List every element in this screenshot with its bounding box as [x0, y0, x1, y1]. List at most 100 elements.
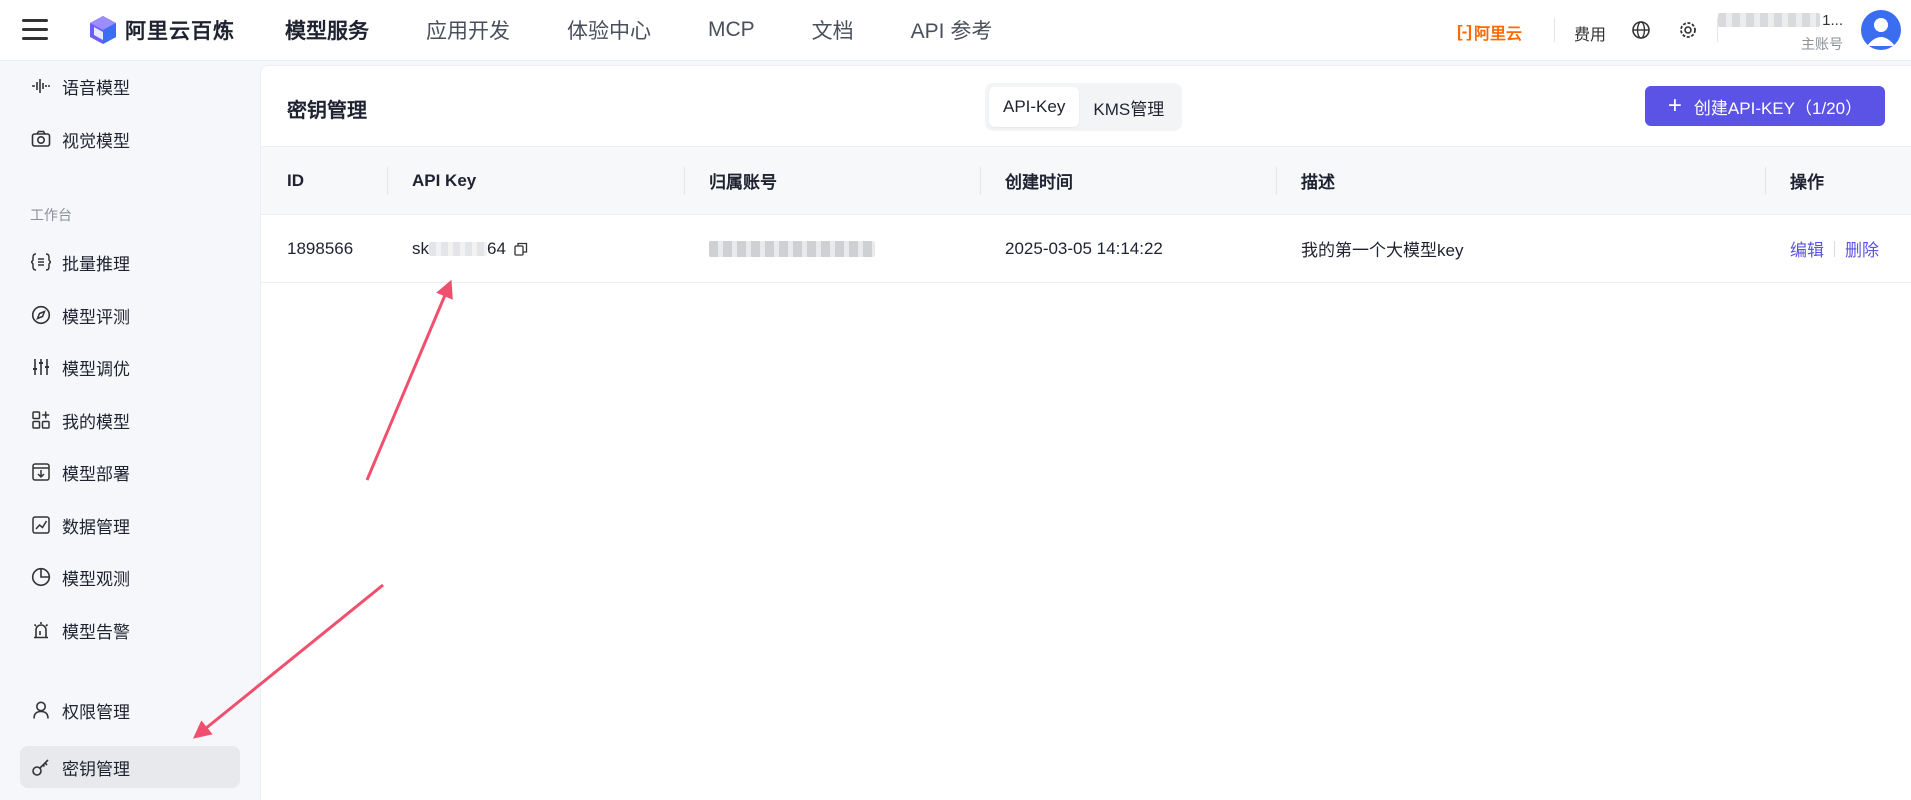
col-header-api-key: API Key: [412, 170, 477, 190]
col-header-created: 创建时间: [1005, 173, 1073, 192]
avatar[interactable]: [1861, 10, 1901, 50]
sidebar-item-speech-model[interactable]: 语音模型: [20, 65, 240, 107]
col-header-description: 描述: [1301, 173, 1335, 192]
brand-name: 阿里云百炼: [125, 20, 235, 43]
nav-experience-center[interactable]: 体验中心: [567, 15, 651, 45]
sidebar-item-model-tuning[interactable]: 模型调优: [20, 346, 240, 388]
account-role: 主账号: [1801, 36, 1843, 52]
account-name-suffix: 1...: [1822, 11, 1843, 29]
bailian-logo-icon: [90, 16, 116, 44]
header-divider: [1554, 18, 1555, 42]
api-key-table: ID API Key 归属账号 创建时间 描述 操作 1898566 sk 64: [261, 146, 1911, 283]
pie-chart-icon: [30, 566, 52, 588]
tab-api-key[interactable]: API-Key: [989, 87, 1080, 127]
action-divider: [1834, 240, 1835, 257]
col-header-account: 归属账号: [709, 173, 777, 192]
alarm-icon: [30, 619, 52, 641]
sidebar-item-model-observe[interactable]: 模型观测: [20, 556, 240, 598]
main-nav: 模型服务 应用开发 体验中心 MCP 文档 API 参考: [285, 0, 1049, 60]
create-api-key-label: 创建API-KEY（1/20）: [1693, 98, 1863, 118]
sidebar-item-label: 模型调优: [62, 359, 130, 379]
nav-mcp[interactable]: MCP: [708, 18, 755, 42]
column-divider: [1765, 167, 1766, 195]
create-api-key-button[interactable]: + 创建API-KEY（1/20）: [1645, 86, 1885, 126]
tab-kms[interactable]: KMS管理: [1079, 87, 1178, 127]
account-info[interactable]: 1... 主账号: [1718, 10, 1843, 54]
cell-account: [709, 215, 875, 282]
cell-actions: 编辑 删除: [1790, 215, 1879, 282]
sidebar-item-label: 模型评测: [62, 307, 130, 327]
edit-link[interactable]: 编辑: [1790, 236, 1824, 261]
cell-created: 2025-03-05 14:14:22: [1005, 238, 1163, 258]
column-divider: [684, 167, 685, 195]
sidebar-item-label: 语音模型: [62, 78, 130, 98]
download-box-icon: [30, 461, 52, 483]
copy-icon[interactable]: [514, 242, 528, 256]
api-key-suffix: 64: [487, 238, 506, 258]
nav-app-dev[interactable]: 应用开发: [426, 15, 510, 45]
main-panel: 密钥管理 API-Key KMS管理 + 创建API-KEY（1/20） ID …: [260, 65, 1911, 800]
nav-docs[interactable]: 文档: [812, 15, 854, 45]
account-name-redacted: [1718, 13, 1821, 27]
column-divider: [387, 167, 388, 195]
sidebar-item-model-alert[interactable]: 模型告警: [20, 609, 240, 651]
key-icon: [30, 756, 52, 778]
sidebar-item-vision-model[interactable]: 视觉模型: [20, 118, 240, 160]
sidebar: 语音模型 视觉模型 工作台 批量推理 模型评测 模型调优 我的模型 模型部署 数…: [0, 61, 259, 800]
sliders-icon: [30, 356, 52, 378]
sidebar-item-label: 模型告警: [62, 622, 130, 642]
sidebar-item-label: 视觉模型: [62, 131, 130, 151]
waveform-icon: [30, 75, 52, 97]
page-title: 密钥管理: [287, 100, 367, 122]
column-divider: [980, 167, 981, 195]
bracket-list-icon: [30, 251, 52, 273]
delete-link[interactable]: 删除: [1845, 236, 1879, 261]
user-icon: [30, 699, 52, 721]
compass-icon: [30, 304, 52, 326]
sidebar-item-label: 权限管理: [62, 702, 130, 722]
sidebar-item-permissions[interactable]: 权限管理: [20, 689, 240, 731]
sidebar-item-label: 批量推理: [62, 254, 130, 274]
key-type-tabs: API-Key KMS管理: [985, 83, 1183, 131]
sidebar-item-model-eval[interactable]: 模型评测: [20, 294, 240, 336]
menu-toggle-icon[interactable]: [22, 19, 48, 41]
sidebar-item-label: 模型部署: [62, 464, 130, 484]
nav-api-reference[interactable]: API 参考: [911, 15, 993, 45]
table-header: ID API Key 归属账号 创建时间 描述 操作: [261, 146, 1911, 215]
camera-icon: [30, 128, 52, 150]
sidebar-item-key-management[interactable]: 密钥管理: [20, 746, 240, 788]
aliyun-bracket-icon: [-]: [1457, 22, 1472, 41]
api-key-redacted: [429, 241, 487, 256]
aliyun-logo[interactable]: [-] 阿里云: [1457, 20, 1522, 44]
col-header-actions: 操作: [1790, 173, 1824, 192]
sidebar-item-label: 数据管理: [62, 517, 130, 537]
brand-logo[interactable]: 阿里云百炼: [88, 14, 235, 46]
gear-icon[interactable]: [1677, 19, 1699, 41]
top-header: 阿里云百炼 模型服务 应用开发 体验中心 MCP 文档 API 参考 [-] 阿…: [0, 0, 1911, 61]
sidebar-item-label: 密钥管理: [62, 759, 130, 779]
cell-id: 1898566: [287, 238, 354, 258]
fee-link[interactable]: 费用: [1574, 21, 1606, 45]
sidebar-item-label: 我的模型: [62, 412, 130, 432]
user-avatar-icon: [1867, 18, 1895, 46]
sidebar-item-my-models[interactable]: 我的模型: [20, 399, 240, 441]
section-label-workbench: 工作台: [30, 207, 72, 223]
sidebar-item-data-management[interactable]: 数据管理: [20, 504, 240, 546]
api-key-prefix: sk: [412, 238, 429, 258]
grid-icon: [30, 409, 52, 431]
globe-icon[interactable]: [1630, 19, 1652, 41]
cell-description: 我的第一个大模型key: [1301, 241, 1464, 260]
header-right: [-] 阿里云 费用 1... 主账号: [1441, 0, 1911, 60]
sidebar-item-model-deploy[interactable]: 模型部署: [20, 451, 240, 493]
plus-icon: +: [1667, 92, 1682, 119]
account-redacted: [709, 240, 875, 257]
chart-line-icon: [30, 514, 52, 536]
nav-model-service[interactable]: 模型服务: [285, 15, 369, 45]
sidebar-item-batch-inference[interactable]: 批量推理: [20, 241, 240, 283]
aliyun-logo-text: 阿里云: [1473, 26, 1522, 43]
column-divider: [1276, 167, 1277, 195]
sidebar-item-label: 模型观测: [62, 569, 130, 589]
table-row: 1898566 sk 64 2025-03-05 14:14:22 我的第一个大…: [261, 215, 1911, 283]
cell-api-key: sk 64: [412, 215, 528, 282]
col-header-id: ID: [287, 170, 304, 190]
